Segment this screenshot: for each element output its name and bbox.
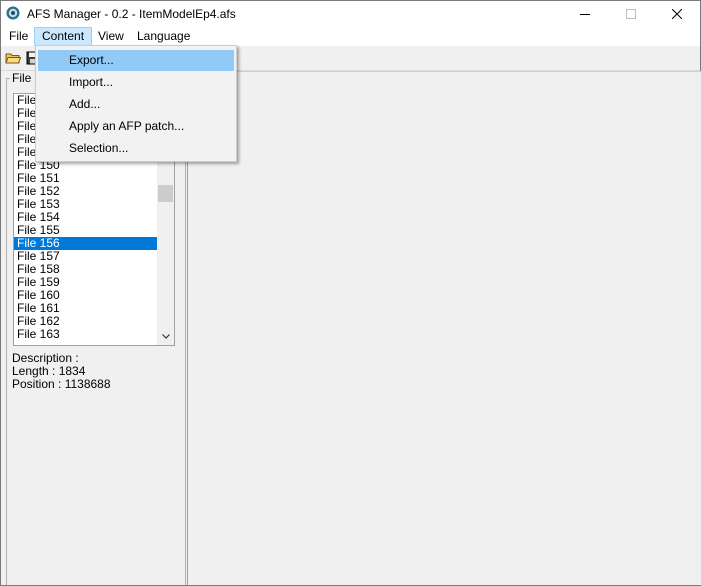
file-info: Description : Length : 1834 Position : 1…	[12, 352, 111, 391]
position-label: Position : 1138688	[12, 377, 111, 391]
chevron-down-icon	[161, 334, 170, 339]
title-bar[interactable]: AFS Manager - 0.2 - ItemModelEp4.afs	[1, 1, 700, 27]
app-window: AFS Manager - 0.2 - ItemModelEp4.afs Fil…	[0, 0, 701, 586]
menu-view[interactable]: View	[91, 28, 131, 45]
menu-item-export[interactable]: Export...	[38, 50, 234, 71]
menu-item-selection[interactable]: Selection...	[38, 138, 234, 159]
menu-language[interactable]: Language	[130, 28, 197, 45]
minimize-button[interactable]	[562, 1, 608, 27]
content-menu-dropdown: Export... Import... Add... Apply an AFP …	[35, 45, 237, 162]
menu-item-import[interactable]: Import...	[38, 72, 234, 93]
open-button[interactable]	[4, 49, 22, 67]
app-icon	[6, 6, 20, 20]
menu-content[interactable]: Content	[34, 27, 93, 46]
scroll-down-button[interactable]	[157, 328, 174, 345]
main-area	[187, 71, 701, 585]
close-icon	[672, 9, 682, 19]
close-button[interactable]	[654, 1, 700, 27]
window-title: AFS Manager - 0.2 - ItemModelEp4.afs	[27, 7, 236, 21]
menu-bar: File Content View Language	[1, 27, 700, 46]
scrollbar-thumb[interactable]	[158, 185, 173, 202]
list-item[interactable]: File 163	[14, 328, 157, 341]
menu-item-add[interactable]: Add...	[38, 94, 234, 115]
maximize-icon	[626, 9, 636, 19]
menu-file[interactable]: File	[2, 28, 35, 45]
maximize-button[interactable]	[608, 1, 654, 27]
open-folder-icon	[5, 53, 21, 64]
minimize-icon	[580, 14, 590, 15]
menu-item-apply-afp-patch[interactable]: Apply an AFP patch...	[38, 116, 234, 137]
